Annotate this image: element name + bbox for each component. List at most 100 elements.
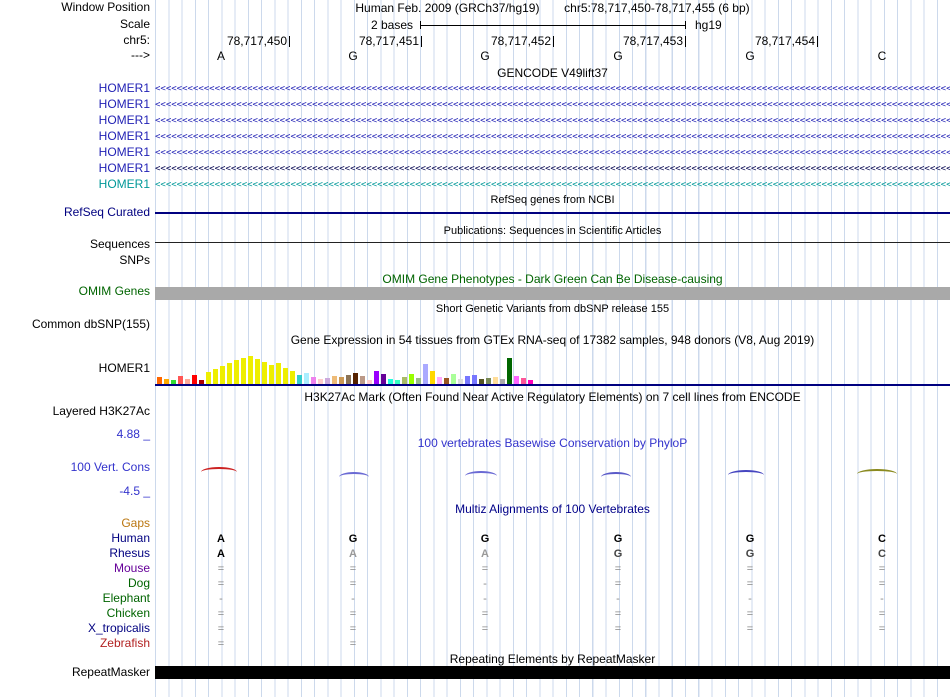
gene-track-label[interactable]: HOMER1 — [99, 146, 150, 159]
species-label[interactable]: Zebrafish — [100, 637, 150, 650]
gtex-tissue-bar[interactable] — [297, 375, 302, 384]
coordinate-tick — [553, 36, 554, 47]
alignment-token: = — [217, 608, 225, 620]
publications-bar[interactable] — [155, 242, 950, 243]
gene-track-row[interactable]: <<<<<<<<<<<<<<<<<<<<<<<<<<<<<<<<<<<<<<<<… — [155, 82, 950, 96]
species-label[interactable]: Dog — [128, 577, 150, 590]
gencode-track-title: GENCODE V49lift37 — [497, 66, 608, 80]
gtex-gene-label[interactable]: HOMER1 — [99, 362, 150, 375]
gtex-track-title: Gene Expression in 54 tissues from GTEx … — [290, 333, 815, 347]
gtex-tissue-bar[interactable] — [206, 372, 211, 384]
gtex-tissue-bar[interactable] — [283, 368, 288, 384]
alignment-token: = — [746, 623, 754, 635]
gtex-tissue-bar[interactable] — [311, 377, 316, 384]
gtex-tissue-bar[interactable] — [507, 358, 512, 384]
gtex-tissue-bar[interactable] — [227, 363, 232, 384]
alignment-token: - — [880, 593, 884, 605]
refseq-gene-bar[interactable] — [155, 212, 950, 214]
gtex-tissue-bar[interactable] — [178, 376, 183, 384]
gtex-tissue-bar[interactable] — [339, 377, 344, 384]
gene-track-row[interactable]: <<<<<<<<<<<<<<<<<<<<<<<<<<<<<<<<<<<<<<<<… — [155, 162, 950, 176]
gtex-tissue-bar[interactable] — [353, 373, 358, 384]
genome-browser: Human Feb. 2009 (GRCh37/hg19) chr5:78,71… — [0, 0, 950, 697]
gtex-tissue-bar[interactable] — [430, 371, 435, 384]
gtex-tissue-bar[interactable] — [402, 377, 407, 384]
track-panel: Human Feb. 2009 (GRCh37/hg19) chr5:78,71… — [155, 0, 950, 697]
species-label[interactable]: Human — [111, 532, 150, 545]
gtex-tissue-bar[interactable] — [451, 374, 456, 384]
gene-track-row[interactable]: <<<<<<<<<<<<<<<<<<<<<<<<<<<<<<<<<<<<<<<<… — [155, 178, 950, 192]
gtex-tissue-bar[interactable] — [374, 371, 379, 384]
scale-bar — [420, 21, 686, 29]
repeatmasker-track-label[interactable]: RepeatMasker — [72, 666, 150, 679]
gene-track-label[interactable]: HOMER1 — [99, 82, 150, 95]
species-label[interactable]: Gaps — [121, 517, 150, 530]
gtex-tissue-bar[interactable] — [304, 373, 309, 384]
gtex-tissue-bar[interactable] — [437, 377, 442, 384]
alignment-token: = — [217, 563, 225, 575]
dbsnp-track-label[interactable]: Common dbSNP(155) — [32, 318, 150, 331]
scale-value: 2 bases — [370, 18, 413, 32]
gtex-tissue-bar[interactable] — [241, 358, 246, 384]
species-label[interactable]: Chicken — [107, 607, 150, 620]
gtex-tissue-bar[interactable] — [514, 376, 519, 384]
alignment-token: G — [348, 533, 358, 545]
gene-track-label[interactable]: HOMER1 — [99, 130, 150, 143]
gtex-tissue-bar[interactable] — [213, 369, 218, 384]
gene-track-row[interactable]: <<<<<<<<<<<<<<<<<<<<<<<<<<<<<<<<<<<<<<<<… — [155, 130, 950, 144]
sequences-track-label[interactable]: Sequences — [90, 238, 150, 251]
gtex-tissue-bar[interactable] — [220, 366, 225, 384]
gtex-tissue-bar[interactable] — [346, 375, 351, 384]
gtex-tissue-bar[interactable] — [276, 363, 281, 384]
gtex-tissue-bar[interactable] — [262, 362, 267, 384]
gtex-tissue-bar[interactable] — [290, 371, 295, 384]
gtex-bar-chart — [157, 352, 947, 384]
alignment-token: G — [613, 548, 623, 560]
species-label[interactable]: Elephant — [103, 592, 150, 605]
gene-track-row[interactable]: <<<<<<<<<<<<<<<<<<<<<<<<<<<<<<<<<<<<<<<<… — [155, 146, 950, 160]
alignment-token: A — [349, 548, 357, 560]
publications-track-title: Publications: Sequences in Scientific Ar… — [443, 225, 662, 237]
refseq-track-label[interactable]: RefSeq Curated — [64, 206, 150, 219]
h3k27ac-track-label[interactable]: Layered H3K27Ac — [53, 405, 150, 418]
genome-assembly-label: Human Feb. 2009 (GRCh37/hg19) — [355, 1, 540, 15]
gtex-tissue-bar[interactable] — [269, 365, 274, 384]
gene-track-row[interactable]: <<<<<<<<<<<<<<<<<<<<<<<<<<<<<<<<<<<<<<<<… — [155, 114, 950, 128]
species-label[interactable]: X_tropicalis — [88, 622, 150, 635]
snps-track-label[interactable]: SNPs — [119, 254, 150, 267]
gtex-tissue-bar[interactable] — [234, 360, 239, 384]
gtex-tissue-bar[interactable] — [248, 356, 253, 384]
alignment-token: - — [219, 593, 223, 605]
gene-track-label[interactable]: HOMER1 — [99, 98, 150, 111]
coordinate-label: 78,717,453 — [622, 34, 683, 48]
gtex-tissue-bar[interactable] — [493, 377, 498, 384]
gene-track-label[interactable]: HOMER1 — [99, 178, 150, 191]
gtex-tissue-bar[interactable] — [381, 374, 386, 384]
species-label[interactable]: Mouse — [114, 562, 150, 575]
repeatmasker-bar[interactable] — [155, 666, 950, 679]
gtex-tissue-bar[interactable] — [409, 374, 414, 384]
alignment-token: = — [746, 563, 754, 575]
gtex-tissue-bar[interactable] — [465, 376, 470, 384]
alignment-token: = — [481, 563, 489, 575]
gene-track-label[interactable]: HOMER1 — [99, 114, 150, 127]
gtex-tissue-bar[interactable] — [332, 376, 337, 384]
alignment-token: - — [351, 593, 355, 605]
omim-track-label[interactable]: OMIM Genes — [79, 285, 150, 298]
alignment-token: = — [614, 608, 622, 620]
gtex-tissue-bar[interactable] — [360, 376, 365, 384]
gtex-tissue-bar[interactable] — [192, 375, 197, 384]
conservation-mark — [601, 472, 631, 477]
alignment-token: - — [616, 593, 620, 605]
base-letter: G — [745, 49, 755, 63]
gtex-tissue-bar[interactable] — [472, 375, 477, 384]
species-label[interactable]: Rhesus — [109, 547, 150, 560]
gtex-tissue-bar[interactable] — [255, 359, 260, 384]
gtex-tissue-bar[interactable] — [157, 377, 162, 384]
gtex-tissue-bar[interactable] — [423, 364, 428, 384]
gene-track-label[interactable]: HOMER1 — [99, 162, 150, 175]
omim-gene-bar[interactable] — [155, 287, 950, 300]
coordinate-label: 78,717,452 — [490, 34, 551, 48]
gene-track-row[interactable]: <<<<<<<<<<<<<<<<<<<<<<<<<<<<<<<<<<<<<<<<… — [155, 98, 950, 112]
phylop-track-label[interactable]: 100 Vert. Cons — [71, 461, 150, 474]
